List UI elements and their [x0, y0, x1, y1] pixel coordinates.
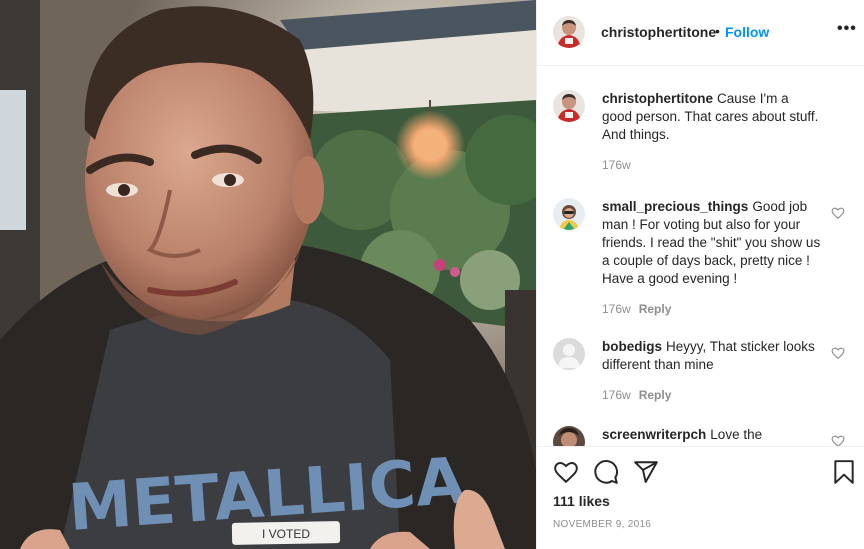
author-avatar[interactable] [553, 16, 585, 48]
comment-username[interactable]: christophertitone [602, 91, 713, 106]
comment-meta: 176w Reply [602, 388, 671, 402]
comment-body: small_precious_things Good job man ! For … [602, 198, 822, 288]
commenter-avatar[interactable] [553, 426, 585, 446]
i-voted-sticker: I VOTED [262, 527, 310, 541]
comment-username[interactable]: small_precious_things [602, 199, 748, 214]
bookmark-icon[interactable] [831, 459, 857, 485]
comment-username[interactable]: screenwriterpch [602, 427, 706, 442]
comment-time[interactable]: 176w [602, 388, 631, 402]
comment-body: bobedigs Heyyy, That sticker looks differ… [602, 338, 822, 374]
likes-count[interactable]: 111 likes [553, 493, 610, 509]
comment-meta: 176w [602, 158, 631, 172]
comment-username[interactable]: bobedigs [602, 339, 662, 354]
reply-button[interactable]: Reply [639, 302, 672, 316]
heart-icon[interactable] [553, 459, 579, 485]
author-username[interactable]: christophertitone [601, 24, 716, 40]
comment-time[interactable]: 176w [602, 302, 631, 316]
post-date[interactable]: NOVEMBER 9, 2016 [553, 519, 651, 530]
comment-body: screenwriterpch Love the [602, 426, 822, 444]
header-separator: • [715, 23, 720, 39]
comment-heart-icon[interactable] [831, 206, 845, 220]
comment-text: Love the [710, 427, 763, 442]
post-photo[interactable]: METALLICA I VOTED [0, 0, 536, 549]
comment-heart-icon[interactable] [831, 434, 845, 446]
comment-heart-icon[interactable] [831, 346, 845, 360]
post-actions: 111 likes NOVEMBER 9, 2016 [537, 446, 864, 549]
caption-text: christophertitone Cause I'm a good person… [602, 90, 822, 144]
commenter-avatar[interactable] [553, 198, 585, 230]
comment-icon[interactable] [593, 459, 619, 485]
comment-time[interactable]: 176w [602, 158, 631, 172]
reply-button[interactable]: Reply [639, 388, 672, 402]
comment-meta: 176w Reply [602, 302, 671, 316]
more-horizontal-icon[interactable]: ••• [837, 20, 857, 38]
commenter-avatar[interactable] [553, 338, 585, 370]
post-panel: christophertitone • Follow ••• christoph… [536, 0, 864, 549]
send-icon[interactable] [633, 459, 659, 485]
comments-list[interactable]: christophertitone Cause I'm a good person… [537, 66, 864, 446]
follow-button[interactable]: Follow [725, 24, 769, 40]
post-header: christophertitone • Follow ••• [537, 0, 864, 66]
caption-avatar[interactable] [553, 90, 585, 122]
